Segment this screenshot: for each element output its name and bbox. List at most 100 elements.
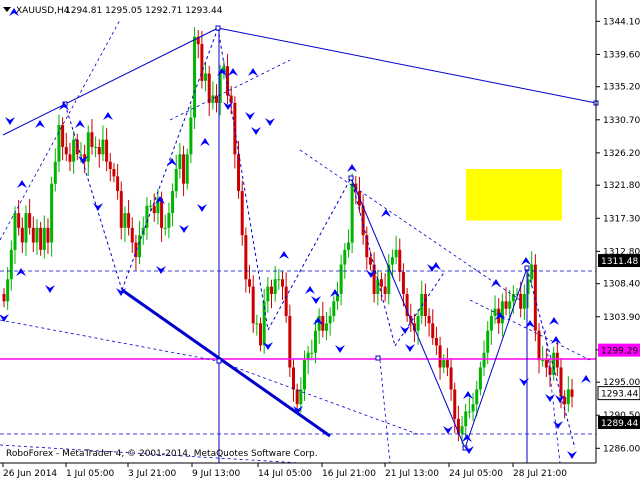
candle-body <box>379 279 383 287</box>
time-tick-label: 3 Jul 21:00 <box>128 469 177 479</box>
candle-body <box>61 124 65 147</box>
candle-body <box>207 73 211 103</box>
price-tick-label: 1326.20 <box>603 149 640 159</box>
candle-body <box>90 132 94 147</box>
candle-body <box>31 227 35 243</box>
candle-body <box>255 323 259 325</box>
candle-body <box>449 367 453 390</box>
candle-body <box>284 286 288 317</box>
watermark-text: RoboForex - MetaTrader 4, © 2001-2014, M… <box>6 449 318 459</box>
candle-body <box>240 191 244 236</box>
candle-body <box>123 213 127 228</box>
chart-header: XAUUSD,H4 1294.81 1295.05 1292.71 1293.4… <box>3 6 223 16</box>
candle-body <box>244 235 248 280</box>
candle-body <box>273 279 277 294</box>
candle-body <box>270 286 274 294</box>
candle-body <box>2 293 6 302</box>
candle-body <box>478 367 482 390</box>
time-tick-label: 16 Jul 21:00 <box>322 469 376 479</box>
candle-body <box>64 146 68 155</box>
candle-body <box>291 367 295 390</box>
candle-body <box>324 323 328 331</box>
candle-body <box>57 124 61 162</box>
candle-body <box>68 154 72 162</box>
candle-body <box>471 404 475 412</box>
candle-body <box>343 249 347 265</box>
candle-body <box>445 360 449 368</box>
candle-body <box>339 264 343 294</box>
candle-body <box>226 66 230 96</box>
anchor-point <box>348 175 354 181</box>
candle-body <box>75 139 79 155</box>
candle-body <box>398 249 402 272</box>
candle-body <box>42 227 46 250</box>
candle-body <box>6 279 10 302</box>
anchor-point <box>375 355 381 361</box>
candle-body <box>259 323 263 346</box>
candle-body <box>79 154 83 156</box>
price-tag-label: 1293.44 <box>601 390 638 400</box>
candle-body <box>482 352 486 368</box>
time-tick-label: 26 Jun 2014 <box>3 469 57 479</box>
candle-body <box>17 213 21 228</box>
candle-body <box>570 389 574 397</box>
candle-body <box>160 198 164 228</box>
candle-body <box>299 389 303 405</box>
candle-body <box>530 264 534 280</box>
candle-body <box>105 139 109 162</box>
candle-body <box>39 227 43 250</box>
candle-body <box>182 154 186 184</box>
candle-body <box>281 279 285 287</box>
candle-body <box>86 132 90 162</box>
candle-body <box>174 169 178 192</box>
candle-body <box>152 205 156 214</box>
candle-body <box>467 411 471 413</box>
candle-body <box>9 249 13 280</box>
candle-body <box>522 293 526 309</box>
candle-body <box>35 227 39 243</box>
candle-body <box>178 154 182 170</box>
candle-body <box>475 389 479 405</box>
price-tick-label: 1303.90 <box>603 313 640 323</box>
time-tick-label: 14 Jul 05:00 <box>258 469 312 479</box>
price-tick-label: 1308.40 <box>603 280 640 290</box>
candle-body <box>464 411 468 427</box>
candle-body <box>401 271 405 294</box>
candle-body <box>295 389 299 405</box>
price-chart[interactable]: 1344.10 1339.60 1335.20 1330.70 1326.20 1321.… <box>0 0 640 480</box>
candle-body <box>310 352 314 354</box>
candle-body <box>555 352 559 368</box>
candle-body <box>500 301 504 324</box>
target-zone <box>466 169 562 221</box>
candle-body <box>277 279 281 281</box>
candle-body <box>508 301 512 309</box>
candle-body <box>368 257 372 265</box>
time-tick-label: 24 Jul 05:00 <box>449 469 503 479</box>
candle-body <box>248 279 252 287</box>
candle-body <box>544 360 548 368</box>
candle-body <box>97 146 101 155</box>
candle-body <box>185 154 189 184</box>
candle-body <box>13 213 17 250</box>
candle-body <box>383 286 387 294</box>
candle-body <box>504 301 508 309</box>
price-tick-label: 1344.10 <box>603 17 640 27</box>
price-tag-label: 1289.44 <box>601 419 638 429</box>
candle-body <box>394 249 398 258</box>
time-tick-label: 9 Jul 13:00 <box>192 469 241 479</box>
candle-body <box>119 191 123 228</box>
candle-body <box>116 176 120 192</box>
candle-body <box>112 169 116 177</box>
candle-body <box>302 360 306 390</box>
candle-body <box>423 293 427 317</box>
price-tag-label: 1299.29 <box>601 347 638 357</box>
candle-body <box>566 389 570 405</box>
price-tick-label: 1286.00 <box>603 444 640 454</box>
symbol-label: XAUUSD,H4 <box>16 6 70 16</box>
candle-body <box>171 191 175 214</box>
candle-body <box>167 213 171 228</box>
candle-body <box>101 139 105 155</box>
candle-body <box>251 286 255 324</box>
candle-body <box>72 139 76 162</box>
candle-body <box>376 279 380 294</box>
